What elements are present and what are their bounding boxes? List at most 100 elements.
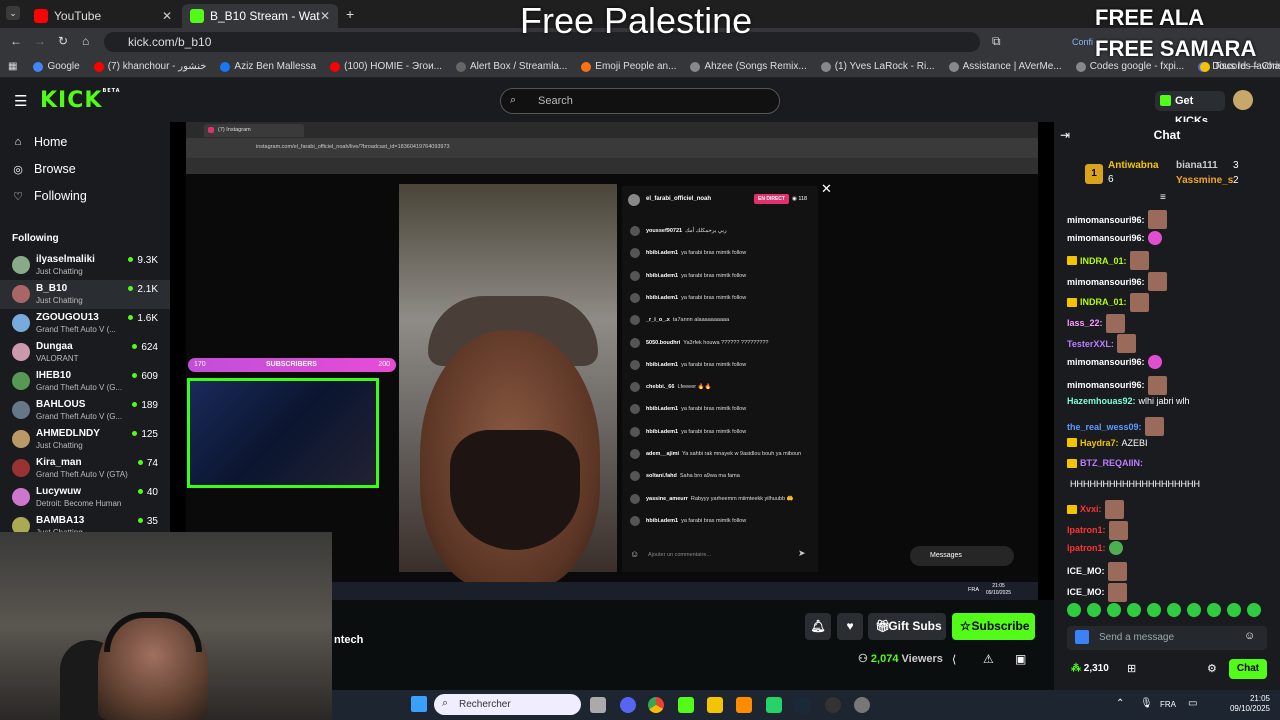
mic-icon[interactable]: 🎙︎ — [1140, 698, 1153, 709]
taskbar-clock[interactable]: 21:05 09/10/2025 — [1218, 694, 1270, 714]
new-tab-icon[interactable]: + — [346, 6, 354, 22]
task-view-icon[interactable] — [590, 697, 606, 713]
taskbar-lang[interactable]: FRA — [1160, 700, 1176, 709]
sidebar-item-following[interactable]: ♡ Following — [12, 189, 87, 203]
bookmark-item[interactable]: Codes google - fxpi... — [1075, 61, 1184, 72]
tab-youtube[interactable]: YouTube ✕ — [26, 4, 180, 28]
chat-username[interactable]: the_real_wess09: — [1067, 422, 1142, 432]
chat-username[interactable]: mimomansouri96: — [1067, 233, 1145, 243]
following-item[interactable]: ZGOUGOU13 Grand Theft Auto V (... 1.6K — [0, 309, 170, 338]
quick-emote-icon[interactable] — [1107, 603, 1121, 617]
profile-confi[interactable]: Confi — [1072, 37, 1093, 47]
forward-icon[interactable]: → — [34, 34, 46, 48]
bookmark-item[interactable]: (100) HOMIE - Эгои... — [330, 61, 442, 72]
whatsapp-icon[interactable] — [766, 697, 782, 713]
close-icon[interactable]: ✕ — [162, 9, 172, 23]
chat-username[interactable]: INDRA_01: — [1080, 297, 1127, 307]
report-icon[interactable]: ⚠ — [983, 652, 994, 666]
steam-icon[interactable] — [795, 697, 811, 713]
network-icon[interactable]: ▭ — [1188, 698, 1197, 709]
clip-icon[interactable]: ▣ — [1015, 652, 1026, 666]
chat-username[interactable]: Hazemhouas92: — [1067, 396, 1136, 406]
nav-label: Home — [34, 135, 68, 149]
app-icon[interactable] — [736, 697, 752, 713]
following-item[interactable]: IHEB10 Grand Theft Auto V (G... 609 — [0, 367, 170, 396]
tab-search-icon[interactable]: ⌄ — [6, 6, 20, 20]
quick-emote-icon[interactable] — [1127, 603, 1141, 617]
following-item[interactable]: Lucywuw Detroit: Become Human 40 — [0, 483, 170, 512]
back-icon[interactable]: ← — [10, 34, 22, 48]
chat-username[interactable]: lpatron1: — [1067, 543, 1106, 553]
bookmark-item[interactable]: Emoji People an... — [581, 61, 676, 72]
bookmark-item[interactable]: Tous les favoris — [1200, 61, 1280, 72]
following-item[interactable]: ilyaselmaliki Just Chatting 9.3K — [0, 251, 170, 280]
chat-username[interactable]: INDRA_01: — [1080, 256, 1127, 266]
chat-username[interactable]: mimomansouri96: — [1067, 357, 1145, 367]
bookmark-item[interactable]: Ahzee (Songs Remix... — [690, 61, 807, 72]
rewards-icon[interactable]: ⊞ — [1127, 662, 1136, 675]
share-icon[interactable]: ⟨ — [952, 653, 956, 666]
chat-username[interactable]: Haydra7: — [1080, 438, 1119, 448]
follow-button[interactable]: ♥ — [837, 613, 863, 640]
chat-username[interactable]: BTZ_REQAIIN: — [1080, 458, 1143, 468]
bookmark-item[interactable]: (1) Yves LaRock - Ri... — [820, 61, 935, 72]
bookmark-item[interactable]: Alert Box / Streamla... — [456, 61, 567, 72]
file-explorer-icon[interactable] — [707, 697, 723, 713]
tab-kick[interactable]: B_B10 Stream - Watch Live on K ✕ — [182, 4, 338, 28]
settings-icon[interactable]: ⚙ — [1207, 662, 1217, 675]
chat-username[interactable]: ICE_MO: — [1067, 587, 1105, 597]
home-browser-icon[interactable]: ⌂ — [82, 34, 89, 48]
bookmark-item[interactable]: Google — [33, 61, 80, 72]
windows-start-icon[interactable] — [411, 696, 427, 712]
discord-icon[interactable] — [620, 697, 636, 713]
obs-icon[interactable] — [825, 697, 841, 713]
send-chat-button[interactable]: Chat — [1229, 659, 1267, 679]
following-item[interactable]: BAHLOUS Grand Theft Auto V (G... 189 — [0, 396, 170, 425]
tray-up-icon[interactable]: ⌃ — [1116, 698, 1124, 709]
kick-logo[interactable]: KICKBETA — [40, 88, 121, 113]
extensions-icon[interactable]: ⧉ — [992, 34, 1001, 49]
following-item[interactable]: AHMEDLNDY Just Chatting 125 — [0, 425, 170, 454]
quick-emote-icon[interactable] — [1167, 603, 1181, 617]
channel-points[interactable]: ⁂ 2,310 — [1071, 663, 1109, 674]
chat-username[interactable]: mimomansouri96: — [1067, 380, 1145, 390]
reload-icon[interactable]: ↻ — [58, 34, 68, 48]
notification-button[interactable]: 🔔︎ — [805, 613, 831, 640]
close-icon[interactable]: ✕ — [320, 9, 330, 23]
chat-username[interactable]: Xvxi: — [1080, 504, 1102, 514]
menu-icon[interactable]: ☰ — [14, 92, 27, 110]
chrome-icon[interactable] — [648, 697, 664, 713]
following-item[interactable]: Dungaa VALORANT 624 — [0, 338, 170, 367]
quick-emote-icon[interactable] — [1247, 603, 1261, 617]
subscribe-button[interactable]: ☆ Subscribe — [952, 613, 1035, 640]
following-item[interactable]: Kira_man Grand Theft Auto V (GTA) 74 — [0, 454, 170, 483]
emoji-icon[interactable]: ☺ — [1244, 630, 1255, 642]
chat-username[interactable]: lpatron1: — [1067, 525, 1106, 535]
quick-emote-icon[interactable] — [1067, 603, 1081, 617]
quick-emote-icon[interactable] — [1087, 603, 1101, 617]
apps-icon[interactable]: ▦ — [8, 61, 17, 72]
sidebar-item-browse[interactable]: ◎ Browse — [12, 162, 76, 176]
avatar[interactable] — [1233, 90, 1253, 110]
bookmark-item[interactable]: Aziz Ben Mallessa — [220, 61, 316, 72]
quick-emote-icon[interactable] — [1207, 603, 1221, 617]
chat-username[interactable]: mimomansouri96: — [1067, 277, 1145, 287]
expand-gifters-icon[interactable]: ≡ — [1160, 192, 1166, 203]
following-item[interactable]: B_B10 Just Chatting 2.1K — [0, 280, 170, 309]
sidebar-item-home[interactable]: ⌂ Home — [12, 135, 68, 149]
bookmark-item[interactable]: Assistance | AVerMe... — [948, 61, 1062, 72]
chat-username[interactable]: TesterXXL: — [1067, 339, 1114, 349]
quick-emote-icon[interactable] — [1227, 603, 1241, 617]
settings-app-icon[interactable] — [854, 697, 870, 713]
search-input[interactable]: Search — [500, 88, 780, 114]
kick-app-icon[interactable] — [678, 697, 694, 713]
chat-username[interactable]: lass_22: — [1067, 318, 1103, 328]
chat-username[interactable]: ICE_MO: — [1067, 566, 1105, 576]
gift-subs-button[interactable]: 🎁︎ Gift Subs — [868, 613, 946, 640]
quick-emote-icon[interactable] — [1187, 603, 1201, 617]
taskbar-search[interactable]: Rechercher — [434, 694, 581, 715]
chat-username[interactable]: mimomansouri96: — [1067, 215, 1145, 225]
bookmark-item[interactable]: (7) khanchour - خنشور — [93, 61, 206, 72]
chat-message-input[interactable]: Send a message — [1067, 626, 1267, 650]
quick-emote-icon[interactable] — [1147, 603, 1161, 617]
